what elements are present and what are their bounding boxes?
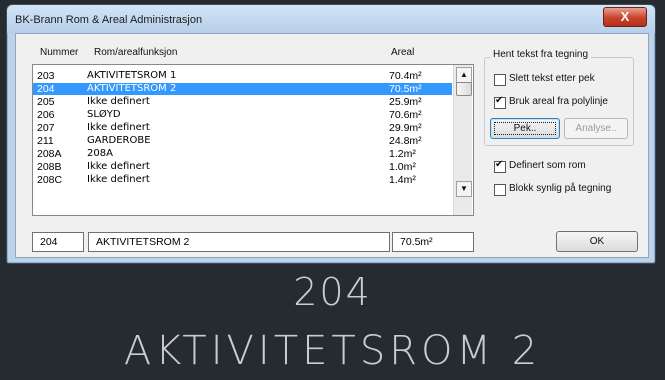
bruk-areal-label: Bruk areal fra polylinje	[509, 96, 608, 107]
definert-som-rom-label: Definert som rom	[509, 160, 586, 171]
list-item[interactable]: 205 Ikke definert 25.9m²	[33, 96, 452, 108]
drawing-room-name: AKTIVITETSROM 2	[123, 328, 542, 374]
slett-tekst-label: Slett tekst etter pek	[509, 73, 595, 84]
bruk-areal-checkbox[interactable]	[494, 95, 506, 109]
window-title: BK-Brann Rom & Areal Administrasjon	[15, 14, 203, 26]
scroll-up-icon[interactable]: ▲	[456, 67, 472, 83]
name-field[interactable]: AKTIVITETSROM 2	[88, 232, 390, 252]
close-icon: X	[620, 9, 630, 24]
header-number: Nummer	[40, 47, 79, 58]
list-item[interactable]: 211 GARDEROBE 24.8m²	[33, 135, 452, 147]
header-area: Areal	[391, 47, 415, 58]
blokk-synlig-label: Blokk synlig på tegning	[509, 183, 612, 194]
list-item[interactable]: 208C Ikke definert 1.4m²	[33, 174, 452, 186]
area-field[interactable]: 70.5m²	[392, 232, 474, 252]
room-list[interactable]: 203 AKTIVITETSROM 1 70.4m² 204 AKTIVITET…	[32, 64, 474, 216]
room-area-dialog: BK-Brann Rom & Areal Administrasjon X Nu…	[6, 4, 656, 264]
title-bar[interactable]: BK-Brann Rom & Areal Administrasjon X	[7, 5, 655, 33]
number-field[interactable]: 204	[32, 232, 84, 252]
list-item[interactable]: 208B Ikke definert 1.0m²	[33, 161, 452, 173]
list-item[interactable]: 208A 208A 1.2m²	[33, 148, 452, 160]
list-item-selected[interactable]: 204 AKTIVITETSROM 2 70.5m²	[33, 83, 452, 95]
group-title: Hent tekst fra tegning	[490, 49, 592, 60]
definert-som-rom-checkbox[interactable]	[494, 159, 506, 173]
analyse-button[interactable]: Analyse..	[564, 118, 628, 139]
scroll-down-icon[interactable]: ▼	[456, 181, 472, 197]
header-name: Rom/arealfunksjon	[94, 47, 178, 58]
dialog-body: Nummer Rom/arealfunksjon Areal 203 AKTIV…	[15, 33, 649, 258]
list-item[interactable]: 207 Ikke definert 29.9m²	[33, 122, 452, 134]
list-item[interactable]: 206 SLØYD 70.6m²	[33, 109, 452, 121]
drawing-room-number: 204	[293, 270, 372, 314]
pek-button[interactable]: Pek..	[490, 118, 560, 139]
ok-button[interactable]: OK	[556, 231, 638, 252]
list-scrollbar[interactable]: ▲ ▼	[453, 65, 472, 215]
close-button[interactable]: X	[603, 7, 647, 27]
focus-rectangle	[494, 122, 556, 135]
list-item[interactable]: 203 AKTIVITETSROM 1 70.4m²	[33, 70, 452, 82]
scroll-thumb[interactable]	[456, 82, 472, 96]
slett-tekst-checkbox[interactable]	[494, 74, 506, 86]
blokk-synlig-checkbox[interactable]	[494, 184, 506, 196]
